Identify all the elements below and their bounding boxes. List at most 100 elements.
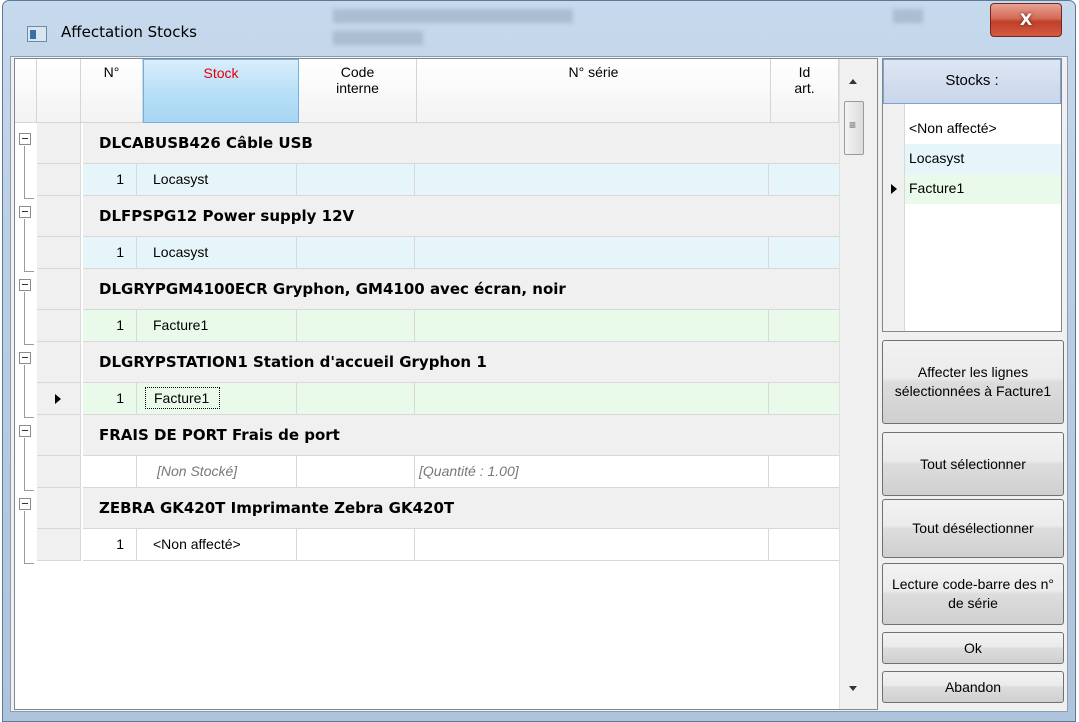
cell-stock-focused[interactable]: Facture1 xyxy=(137,383,297,414)
stock-item-locasyst[interactable]: Locasyst xyxy=(883,144,1061,174)
row-selector[interactable] xyxy=(883,144,905,174)
stocks-list[interactable]: Stocks : <Non affecté> Locasyst Facture1 xyxy=(882,58,1062,332)
row-selector[interactable] xyxy=(37,415,81,456)
cell-serie[interactable] xyxy=(415,529,769,560)
column-header-num[interactable]: N° xyxy=(81,59,143,123)
group-row[interactable]: DLCABUSB426 Câble USB xyxy=(83,123,839,164)
collapse-icon[interactable] xyxy=(19,425,31,437)
cell-id xyxy=(769,237,839,268)
collapse-icon[interactable] xyxy=(19,133,31,145)
background-ghost-text xyxy=(333,31,423,45)
scrollbar-thumb[interactable] xyxy=(844,101,864,155)
tree-line xyxy=(24,271,34,272)
row-selector[interactable] xyxy=(37,383,81,415)
group-row[interactable]: ZEBRA GK420T Imprimante Zebra GK420T xyxy=(83,488,839,529)
current-row-arrow-icon xyxy=(55,394,61,404)
row-selector[interactable] xyxy=(37,123,81,164)
cell-code[interactable] xyxy=(297,310,415,341)
column-header-serie[interactable]: N° série xyxy=(417,59,771,123)
cell-serie[interactable] xyxy=(415,237,769,268)
column-header-id-art[interactable]: Id art. xyxy=(771,59,839,123)
group-label: FRAIS DE PORT Frais de port xyxy=(99,426,340,444)
scroll-up-arrow-icon[interactable] xyxy=(849,79,857,84)
group-row[interactable]: DLGRYPSTATION1 Station d'accueil Gryphon… xyxy=(83,342,839,383)
cell-code xyxy=(297,456,415,487)
assign-selected-button[interactable]: Affecter les lignes sélectionnées à Fact… xyxy=(882,340,1064,424)
stock-item-label: Locasyst xyxy=(909,150,965,166)
group-row[interactable]: DLGRYPGM4100ECR Gryphon, GM4100 avec écr… xyxy=(83,269,839,310)
cell-stock[interactable]: Locasyst xyxy=(137,237,297,268)
cell-stock[interactable]: Locasyst xyxy=(137,164,297,195)
app-icon xyxy=(27,26,47,42)
cell-stock[interactable]: Facture1 xyxy=(137,310,297,341)
cell-serie[interactable] xyxy=(415,310,769,341)
background-ghost-text xyxy=(893,9,923,23)
cell-serie[interactable] xyxy=(415,383,769,414)
table-row[interactable]: 1 Locasyst xyxy=(83,237,839,269)
cell-id xyxy=(769,529,839,560)
table-row[interactable]: 1 Facture1 xyxy=(83,310,839,342)
cell-num xyxy=(83,456,137,487)
row-selector[interactable] xyxy=(883,174,905,204)
stocks-list-header: Stocks : xyxy=(883,59,1061,104)
tree-line xyxy=(24,146,25,198)
row-selector[interactable] xyxy=(37,269,81,310)
row-selector[interactable] xyxy=(37,488,81,529)
cell-code[interactable] xyxy=(297,383,415,414)
tree-line xyxy=(24,490,34,491)
row-selector[interactable] xyxy=(37,237,81,269)
header-row-selector xyxy=(37,59,81,123)
cell-num: 1 xyxy=(83,529,137,560)
cell-id xyxy=(769,456,839,487)
group-label: ZEBRA GK420T Imprimante Zebra GK420T xyxy=(99,499,455,517)
tree-line xyxy=(24,365,25,417)
table-row-current[interactable]: 1 Facture1 xyxy=(83,383,839,415)
tree-line xyxy=(24,563,34,564)
cell-code[interactable] xyxy=(297,164,415,195)
stock-item-facture1[interactable]: Facture1 xyxy=(883,174,1061,204)
ok-button[interactable]: Ok xyxy=(882,632,1064,664)
select-all-button[interactable]: Tout sélectionner xyxy=(882,432,1064,496)
cell-code[interactable] xyxy=(297,529,415,560)
deselect-all-button[interactable]: Tout désélectionner xyxy=(882,499,1064,558)
vertical-scrollbar[interactable] xyxy=(839,59,877,709)
barcode-scan-button[interactable]: Lecture code-barre des n° de série xyxy=(882,563,1064,625)
scroll-down-arrow-icon[interactable] xyxy=(849,686,857,691)
cell-serie[interactable] xyxy=(415,164,769,195)
stock-item-non-affecte[interactable]: <Non affecté> xyxy=(883,114,1061,144)
tree-line xyxy=(24,417,34,418)
stock-item-label: <Non affecté> xyxy=(909,120,997,136)
row-selector[interactable] xyxy=(883,114,905,144)
window-title: Affectation Stocks xyxy=(61,23,197,41)
collapse-icon[interactable] xyxy=(19,279,31,291)
row-selector[interactable] xyxy=(37,164,81,196)
group-row[interactable]: DLFPSPG12 Power supply 12V xyxy=(83,196,839,237)
table-row[interactable]: 1 Locasyst xyxy=(83,164,839,196)
cell-code[interactable] xyxy=(297,237,415,268)
focused-cell-text[interactable]: Facture1 xyxy=(145,387,221,409)
group-row[interactable]: FRAIS DE PORT Frais de port xyxy=(83,415,839,456)
row-selector[interactable] xyxy=(37,310,81,342)
collapse-icon[interactable] xyxy=(19,352,31,364)
cell-stock[interactable]: <Non affecté> xyxy=(137,529,297,560)
collapse-icon[interactable] xyxy=(19,498,31,510)
cell-stock: [Non Stocké] xyxy=(137,456,297,487)
stock-item-label: Facture1 xyxy=(909,180,965,196)
row-selector[interactable] xyxy=(37,529,81,561)
collapse-icon[interactable] xyxy=(19,206,31,218)
cancel-button[interactable]: Abandon xyxy=(882,671,1064,703)
tree-line xyxy=(24,219,25,271)
cell-num: 1 xyxy=(83,310,137,341)
row-selector[interactable] xyxy=(37,456,81,488)
column-header-stock[interactable]: Stock xyxy=(143,59,299,123)
stock-assignment-grid[interactable]: N° Stock Code interne N° série Id art. DLC… xyxy=(14,58,878,710)
group-label: DLGRYPGM4100ECR Gryphon, GM4100 avec écr… xyxy=(99,280,566,298)
table-row[interactable]: 1 <Non affecté> xyxy=(83,529,839,561)
row-selector[interactable] xyxy=(37,196,81,237)
group-label: DLGRYPSTATION1 Station d'accueil Gryphon… xyxy=(99,353,487,371)
column-header-code-interne[interactable]: Code interne xyxy=(299,59,417,123)
close-button[interactable]: X xyxy=(990,3,1062,37)
table-row[interactable]: [Non Stocké] [Quantité : 1.00] xyxy=(83,456,839,488)
tree-line xyxy=(24,438,25,490)
row-selector[interactable] xyxy=(37,342,81,383)
